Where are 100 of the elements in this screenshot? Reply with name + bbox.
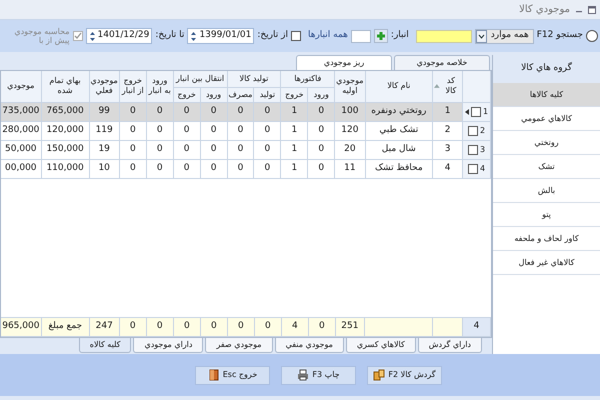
table-cell: 1	[280, 102, 308, 121]
table-cell: 0	[173, 121, 200, 140]
table-cell: 00,000	[1, 159, 42, 178]
door-icon	[208, 369, 220, 381]
column-group-header: انتقال بين انبار	[173, 71, 227, 87]
table-cell: 0	[119, 121, 146, 140]
total-cell: 247	[89, 318, 120, 336]
caret-icon	[476, 30, 487, 42]
column-header[interactable]: خروج از انبار	[119, 71, 146, 102]
table-cell: 0	[119, 140, 146, 159]
row-number: 1	[482, 106, 488, 118]
total-cell: 4	[281, 318, 308, 336]
checkbox[interactable]	[468, 144, 478, 154]
warehouse-label: انبار:	[390, 29, 409, 42]
radio-button[interactable]	[586, 30, 598, 42]
table-cell: 0	[146, 102, 174, 121]
column-header[interactable]: ورود	[200, 87, 227, 102]
tab[interactable]: کالاهاي کسري	[346, 338, 416, 353]
column-header[interactable]: موجودي اوليه	[334, 71, 365, 102]
to-date-field[interactable]: 1401/12/29	[86, 28, 152, 44]
column-header[interactable]: موجودي	[1, 71, 42, 102]
table-cell: 1	[432, 102, 463, 121]
tab[interactable]: ريز موجودي	[296, 55, 392, 70]
column-header[interactable]: توليد	[254, 87, 281, 102]
total-cell: 0	[119, 318, 146, 336]
table-cell: 0	[227, 140, 254, 159]
group-item[interactable]: کليه کالاها	[493, 83, 600, 107]
checkbox[interactable]	[468, 164, 478, 174]
table-cell: 2	[432, 121, 463, 140]
search-mode-dropdown[interactable]: همه موارد	[474, 28, 534, 44]
column-header[interactable]: خروج	[280, 87, 308, 102]
column-header[interactable]: کد کالا	[432, 71, 463, 102]
sidebar-header: گروه هاي کالا	[493, 55, 600, 83]
column-header[interactable]: خروج	[173, 87, 200, 102]
table-cell: 735,000	[1, 102, 42, 121]
table-cell: 0	[254, 121, 281, 140]
column-header[interactable]: نام کالا	[365, 71, 433, 102]
table-cell: 0	[146, 159, 174, 178]
add-button[interactable]	[374, 29, 388, 43]
column-header[interactable]: ورود به انبار	[146, 71, 174, 102]
column-group-header: توليد کالا	[227, 71, 281, 87]
action-button[interactable]: چاپ F3	[281, 366, 356, 384]
table-cell: 1	[280, 140, 308, 159]
checkbox[interactable]	[468, 126, 478, 136]
column-group-header: فاکتورها	[280, 71, 335, 87]
table-cell: 10	[89, 159, 120, 178]
table-cell: 0	[254, 102, 281, 121]
table-cell: 1	[280, 121, 308, 140]
table-cell: 100	[334, 102, 365, 121]
table-cell: 765,000	[41, 102, 90, 121]
table-cell: 0	[254, 159, 281, 178]
total-cell: جمع مبلغ	[41, 318, 90, 336]
table-cell: محافظ تشک	[365, 159, 433, 178]
to-date-label: تا تاريخ:	[155, 29, 184, 42]
checkbox[interactable]	[72, 31, 82, 41]
action-button[interactable]: گردش کالا F2	[367, 366, 442, 384]
table-cell: 3	[432, 140, 463, 159]
total-cell: 0	[200, 318, 228, 336]
tab[interactable]: خلاصه موجودي	[394, 55, 490, 70]
total-cell: 0	[173, 318, 200, 336]
spinner-icon[interactable]	[190, 30, 198, 42]
tab[interactable]: داراي موجودي	[133, 338, 204, 353]
tab[interactable]: موجودي صفر	[205, 338, 273, 353]
from-date-field[interactable]: 1399/01/01	[187, 28, 254, 44]
column-header[interactable]: ورود	[308, 87, 335, 102]
table-cell: 0	[173, 102, 200, 121]
table-cell: 0	[173, 140, 200, 159]
tab[interactable]: موجودي منفي	[274, 338, 344, 353]
action-button[interactable]: خروج Esc	[195, 366, 270, 384]
table-cell: 119	[89, 121, 120, 140]
table-cell: 0	[227, 159, 254, 178]
checkbox[interactable]	[470, 106, 481, 116]
row-number: 2	[480, 124, 486, 136]
table-cell: 150,000	[41, 140, 90, 159]
row-header-corner	[462, 71, 490, 102]
plus-icon	[376, 31, 386, 41]
table-cell: 0	[254, 140, 281, 159]
total-cell: 0	[254, 318, 282, 336]
table-cell: 0	[308, 102, 335, 121]
search-label: جستجو F12	[536, 29, 583, 42]
column-header[interactable]: بهاي تمام شده	[41, 71, 90, 102]
table-cell: 0	[308, 159, 335, 178]
checkbox[interactable]	[290, 31, 301, 41]
table-cell: 0	[173, 159, 200, 178]
warehouse-field[interactable]	[350, 30, 371, 42]
table-cell: 0	[227, 121, 254, 140]
table-cell: 0	[200, 140, 227, 159]
column-header[interactable]: موجودي فعلي	[89, 71, 120, 102]
total-cell: 251	[335, 318, 364, 336]
tab[interactable]: داراي گردش	[418, 338, 482, 353]
table-cell: 0	[200, 159, 227, 178]
column-header[interactable]: مصرف	[227, 87, 254, 102]
spinner-icon[interactable]	[88, 30, 96, 42]
row-number: 3	[480, 144, 486, 156]
tab[interactable]: کليه کالاه	[78, 338, 132, 353]
row-pointer-icon	[464, 108, 469, 114]
all-warehouses-link[interactable]: همه انبارها	[308, 29, 348, 43]
table-cell: 0	[200, 121, 227, 140]
search-field[interactable]	[416, 30, 472, 42]
total-cell: 0	[146, 318, 174, 336]
